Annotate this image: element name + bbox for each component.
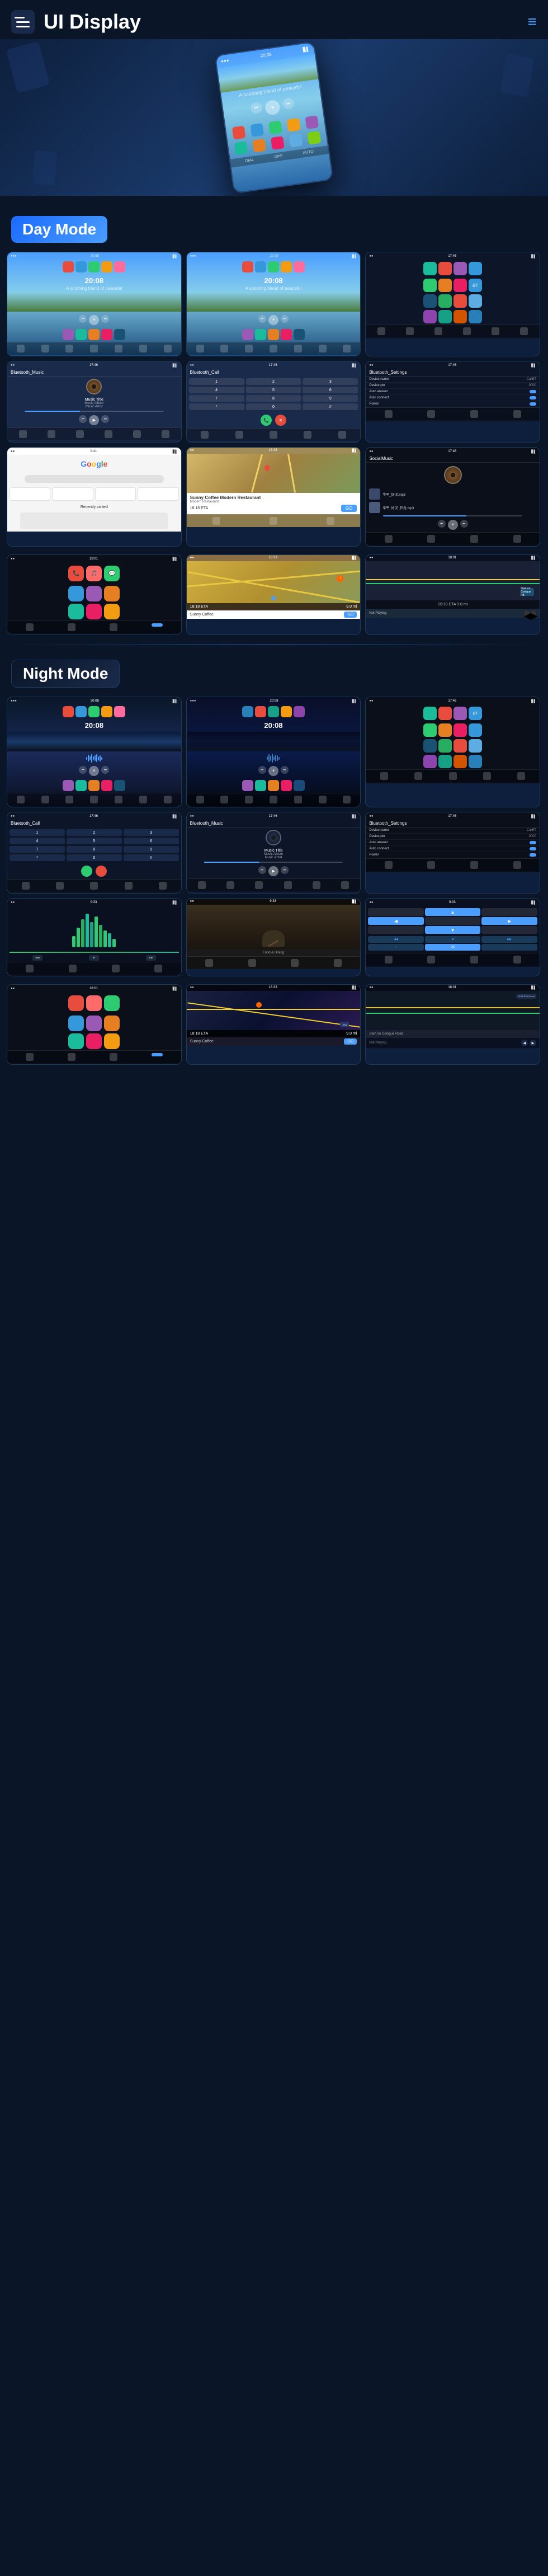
hero-background: ●●● 20:08 ▊▌ A soothing blend of peacefu… bbox=[0, 39, 548, 196]
night-home-1: ●●●20:08▊▌ 20:08 bbox=[7, 697, 182, 807]
night-carplay: ●●18:01▊▌ bbox=[7, 984, 182, 1065]
night-settings-title: Bluetooth_Settings bbox=[366, 820, 540, 828]
night-music-screen: ●●17:46▊▌ Bluetooth_Music Music Title Mu… bbox=[186, 812, 361, 894]
playback-controls: ⏮ ⏸ ⏭ bbox=[7, 313, 181, 327]
day-waze-nav: ●●18:33▊▌ ! 18:18 ETA 9.0 mi Sunny Coffe… bbox=[186, 554, 361, 635]
day-waze-map: ●●18:33▊▌ Sunny Coffee Modern Restaurant… bbox=[186, 447, 361, 547]
day-music-screen: ●●17:46▊▌ Bluetooth_Music Music Title Mu… bbox=[7, 361, 182, 443]
bottom-bar bbox=[7, 342, 181, 355]
bottom-icon[interactable] bbox=[41, 345, 49, 352]
page-title: UI Display bbox=[44, 10, 141, 34]
day-mode-row2: ●●18:01▊▌ 📞 🎵 💬 bbox=[0, 554, 548, 635]
play-icon[interactable]: ⏸ bbox=[89, 315, 99, 325]
day-phone-screen: ●●17:46▊▌ Bluetooth_Call 1 2 3 4 5 6 7 8… bbox=[186, 361, 361, 443]
bottom-icon[interactable] bbox=[115, 345, 122, 352]
night-settings-screen: ●●17:46▊▌ Bluetooth_Settings Device name… bbox=[365, 812, 540, 894]
night-apps-grid: ●●17:46▊▌ BT bbox=[365, 697, 540, 807]
bottom-icon[interactable] bbox=[65, 345, 73, 352]
nav-arrows: ▲ ◀ ▶ ▼ bbox=[366, 906, 540, 936]
day-carplay-apps: ●●18:01▊▌ 📞 🎵 💬 bbox=[7, 554, 182, 635]
bottom-icon[interactable] bbox=[139, 345, 147, 352]
social-title: SocialMusic bbox=[366, 455, 540, 463]
bottom-icon[interactable] bbox=[90, 345, 98, 352]
prev-icon[interactable]: ⏮ bbox=[79, 315, 87, 323]
night-phone-title: Bluetooth_Call bbox=[7, 820, 181, 827]
day-home-2: ●●●20:08▊▌ 20:08 A soothing blend of pea… bbox=[186, 252, 361, 356]
header-left: UI Display bbox=[11, 10, 141, 34]
day-carplay-google: ●●9:41▊▌ Google Recently visited bbox=[7, 447, 182, 547]
night-phone-screen: ●●17:46▊▌ Bluetooth_Call 1 2 3 4 5 6 7 8… bbox=[7, 812, 182, 894]
hero-device: ●●● 20:08 ▊▌ A soothing blend of peacefu… bbox=[214, 41, 333, 194]
night-food-screen: ●●9:33▊▌ Food & Dining bbox=[186, 898, 361, 976]
day-mode-label: Day Mode bbox=[11, 216, 107, 243]
header: UI Display ≡ bbox=[0, 0, 548, 39]
google-logo: Google bbox=[7, 455, 181, 473]
hero-area: ●●● 20:08 ▊▌ A soothing blend of peacefu… bbox=[0, 39, 548, 196]
day-social-music: ●●17:46▊▌ SocialMusic 华平_好汉.mp3 华平_好汉_狂龙… bbox=[365, 447, 540, 547]
day-settings-screen: ●●17:46▊▌ Bluetooth_Settings Device name… bbox=[365, 361, 540, 443]
divider bbox=[11, 644, 537, 645]
footer-spacer bbox=[0, 1074, 548, 1096]
night-music-title: Bluetooth_Music bbox=[187, 820, 361, 828]
bottom-icon[interactable] bbox=[164, 345, 172, 352]
night-navigation: ●●9:33▊▌ ▲ ◀ ▶ ▼ ◀◀ ■ ▶▶ + OK - bbox=[365, 898, 540, 976]
night-equalizer: ●●9:33▊▌ ◀◀ ▶ bbox=[7, 898, 182, 976]
menu-icon[interactable] bbox=[11, 10, 35, 34]
night-mode-label: Night Mode bbox=[11, 660, 120, 688]
music-info: Music Title Music Album Music Artist bbox=[7, 397, 181, 410]
night-road-screen: ●●18:01▊▌ 10:18 ETA 9.0 mi Start on Coni… bbox=[365, 984, 540, 1065]
night-mode-grid: ●●●20:08▊▌ 20:08 bbox=[0, 697, 548, 976]
night-home-2: ●●●20:08▊▌ 20:08 bbox=[186, 697, 361, 807]
phone-title: Bluetooth_Call bbox=[187, 369, 361, 376]
nav-hamburger-icon[interactable]: ≡ bbox=[528, 13, 537, 31]
waveform bbox=[7, 753, 181, 764]
waze-place: Sunny Coffee Modern Restaurant bbox=[190, 495, 357, 500]
music-screen-title: Bluetooth_Music bbox=[7, 369, 181, 377]
prev-btn[interactable]: ⏮ bbox=[258, 315, 266, 323]
day-home-1: ●●●20:08▊▌ 20:08 A soothing blend of pea… bbox=[7, 252, 182, 356]
night-waze-dark: ●●18:33▊▌ ETA 18:18 ETA 9.0 mi Sunny Cof… bbox=[186, 984, 361, 1065]
next-icon[interactable]: ⏭ bbox=[101, 315, 109, 323]
settings-title: Bluetooth_Settings bbox=[366, 369, 540, 377]
status-bar: ●●●20:08▊▌ bbox=[187, 253, 361, 260]
play-btn[interactable]: ⏸ bbox=[268, 315, 278, 325]
day-mode-grid: ●●●20:08▊▌ 20:08 A soothing blend of pea… bbox=[0, 252, 548, 547]
status-bar: ●●●20:08▊▌ bbox=[7, 253, 181, 260]
home-subtitle: A soothing blend of peaceful bbox=[7, 286, 181, 291]
bottom-bar-2 bbox=[187, 342, 361, 355]
night-mode-row2: ●●18:01▊▌ bbox=[0, 984, 548, 1065]
next-btn[interactable]: ⏭ bbox=[281, 315, 289, 323]
bottom-icon[interactable] bbox=[17, 345, 25, 352]
home-time: 20:08 bbox=[7, 274, 181, 286]
day-apps-grid: ●●17:46▊▌ BT bbox=[365, 252, 540, 356]
day-road-nav: ●●18:01▊▌ Start onConigue Rd 10:18 ETA 9… bbox=[365, 554, 540, 635]
go-button[interactable]: GO bbox=[341, 505, 357, 512]
